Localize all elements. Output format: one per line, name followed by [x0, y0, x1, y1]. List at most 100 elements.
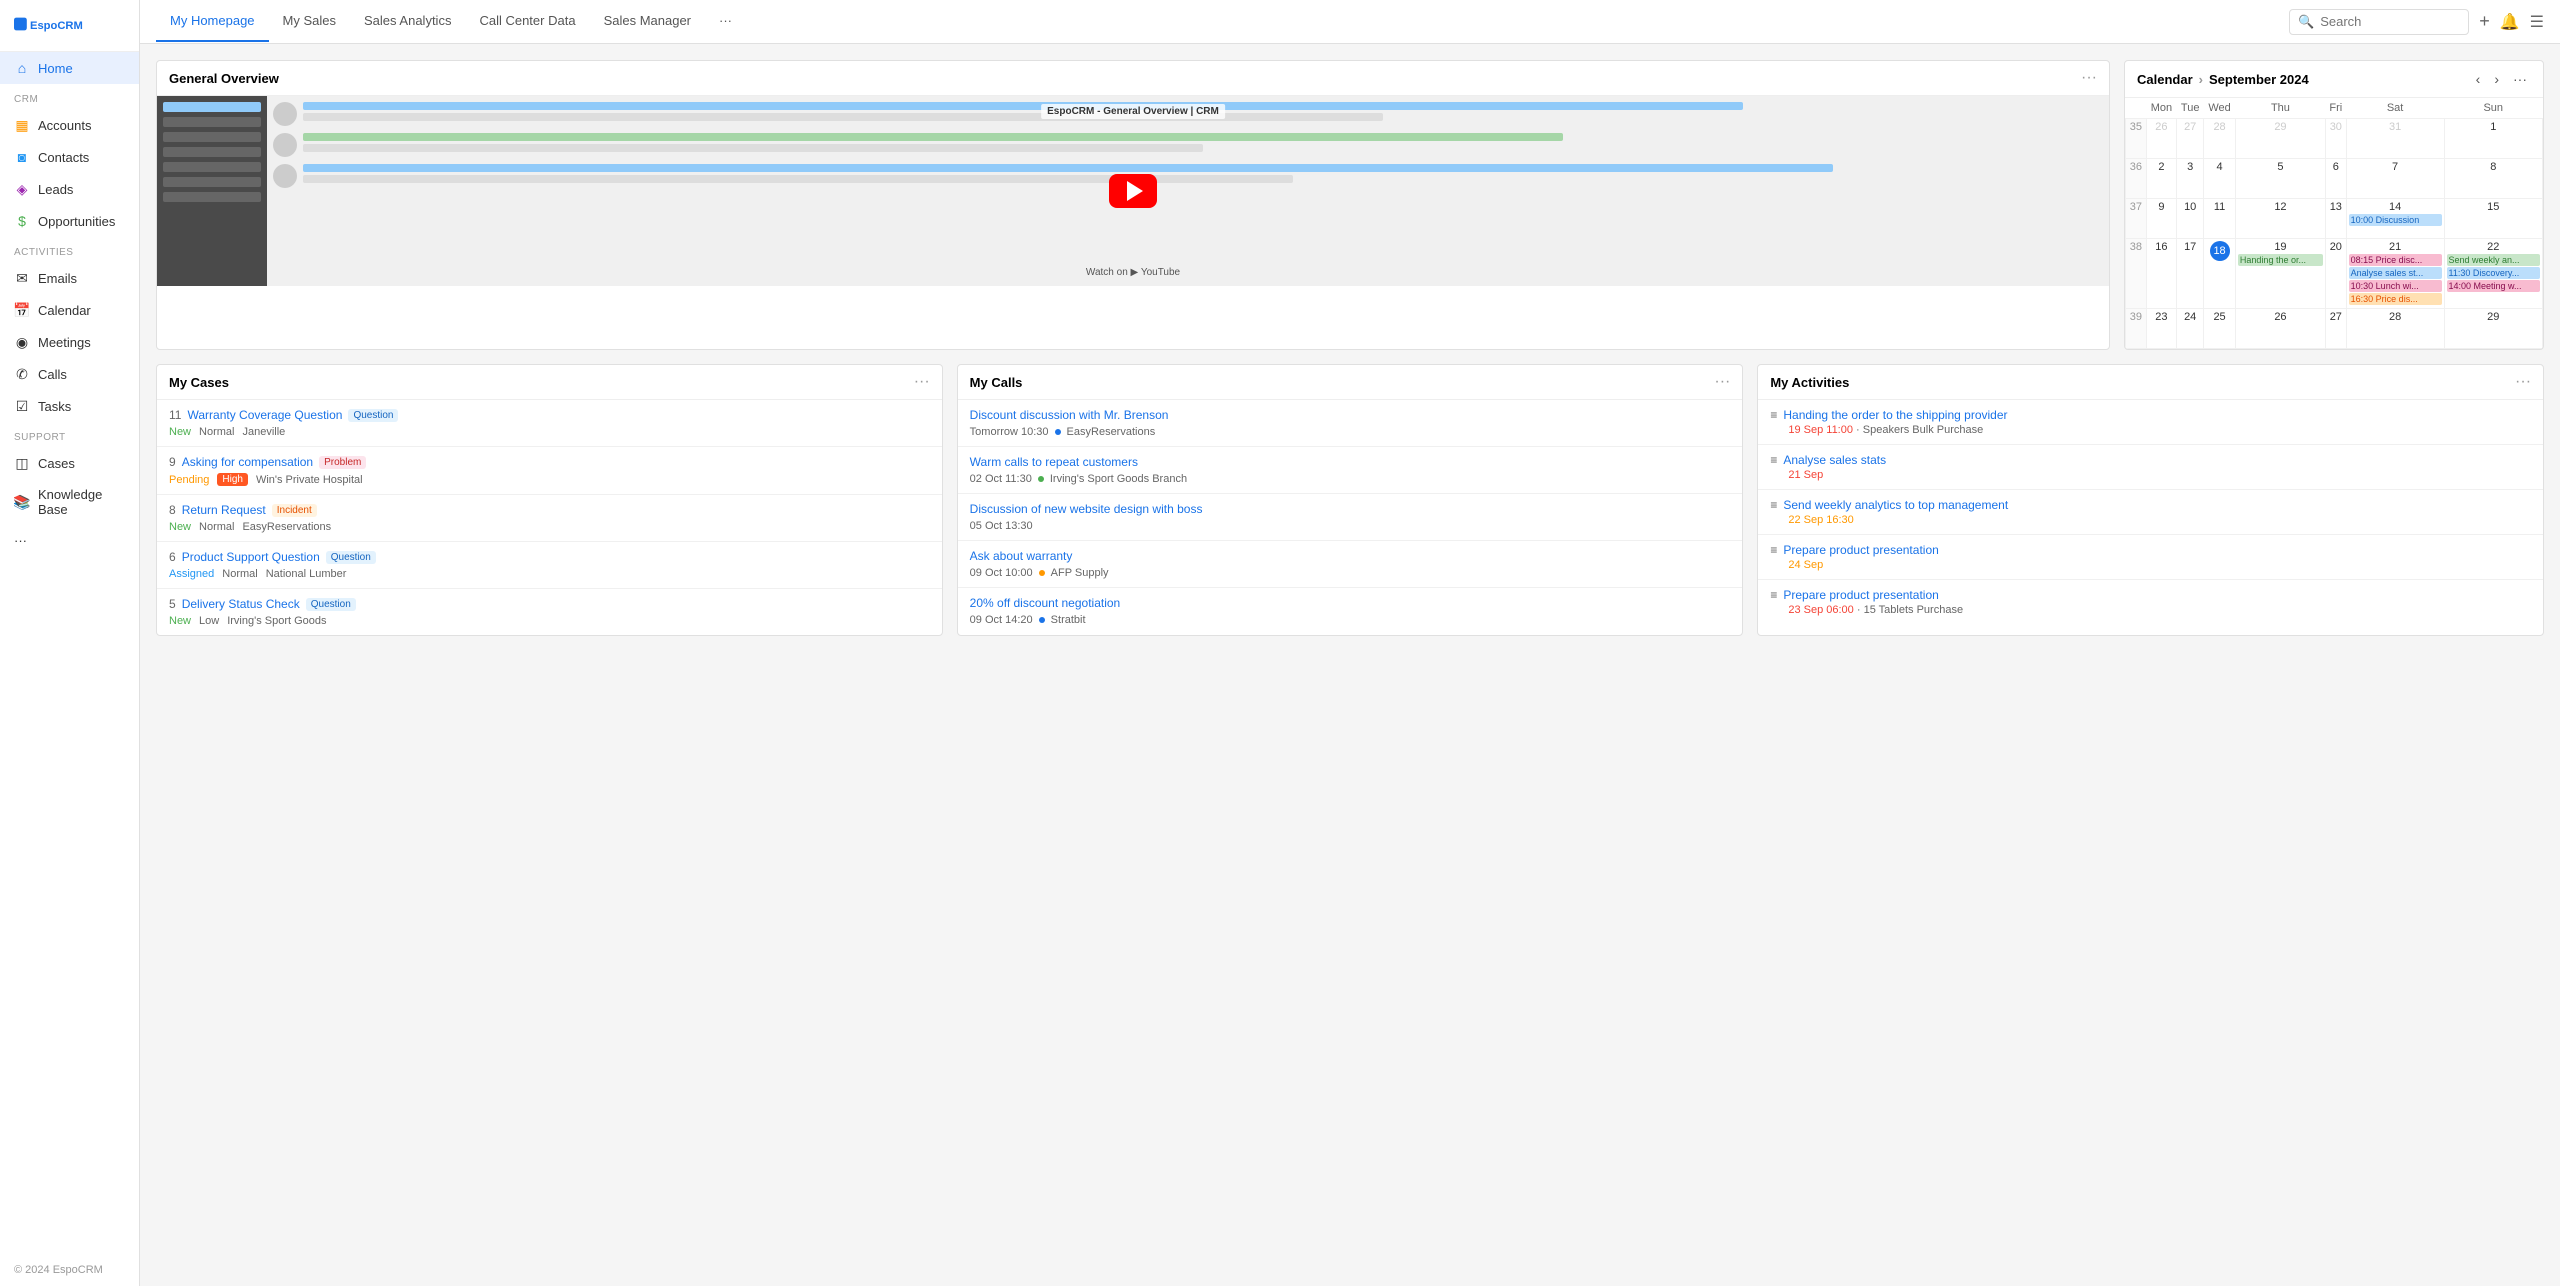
tab-more[interactable]: ··· [705, 1, 746, 42]
cal-day-13[interactable]: 13 [2325, 199, 2346, 239]
cal-day-26-aug[interactable]: 26 [2146, 119, 2176, 159]
cal-event-handing[interactable]: Handing the or... [2238, 254, 2323, 266]
calendar-next-button[interactable]: › [2490, 69, 2503, 89]
activities-panel-body: Handing the order to the shipping provid… [1758, 400, 2543, 624]
cal-day-3[interactable]: 3 [2177, 159, 2204, 199]
tab-my-sales[interactable]: My Sales [269, 1, 350, 42]
sidebar-item-calls[interactable]: Calls [0, 358, 139, 390]
cases-more-button[interactable]: ··· [914, 373, 930, 391]
calendar-week-37: 37 9 10 11 12 13 14 10:00 Discussion [2126, 199, 2543, 239]
sidebar-item-calendar[interactable]: 📅 Calendar [0, 294, 139, 326]
cal-day-10[interactable]: 10 [2177, 199, 2204, 239]
case-9-title[interactable]: Asking for compensation [182, 455, 313, 469]
cal-day-21[interactable]: 21 08:15 Price disc... Analyse sales st.… [2346, 239, 2444, 309]
activity-2-icon [1770, 498, 1777, 512]
case-11-title[interactable]: Warranty Coverage Question [187, 408, 342, 422]
cal-day-20[interactable]: 20 [2325, 239, 2346, 309]
cal-day-2[interactable]: 2 [2146, 159, 2176, 199]
activity-0-title[interactable]: Handing the order to the shipping provid… [1783, 408, 2007, 422]
tab-my-homepage[interactable]: My Homepage [156, 1, 269, 42]
app-logo: EspoCRM [0, 0, 139, 52]
call-3-title[interactable]: Ask about warranty [970, 549, 1731, 563]
cal-day-9[interactable]: 9 [2146, 199, 2176, 239]
cal-event-price-disc[interactable]: 08:15 Price disc... [2349, 254, 2442, 266]
cal-event-discussion[interactable]: 10:00 Discussion [2349, 214, 2442, 226]
play-button[interactable] [1109, 174, 1157, 208]
search-input[interactable] [2320, 14, 2460, 29]
cal-event-discovery[interactable]: 11:30 Discovery... [2447, 267, 2541, 279]
cal-day-6[interactable]: 6 [2325, 159, 2346, 199]
cal-day-28-aug[interactable]: 28 [2204, 119, 2236, 159]
sidebar-item-more[interactable]: ··· [0, 525, 139, 556]
calendar-more-button[interactable]: ··· [2509, 69, 2531, 89]
sidebar-item-knowledge-base[interactable]: 📚 Knowledge Base [0, 479, 139, 525]
sidebar-item-home[interactable]: Home [0, 52, 139, 84]
cal-day-15[interactable]: 15 [2444, 199, 2543, 239]
cal-day-30-aug[interactable]: 30 [2325, 119, 2346, 159]
cal-day-23[interactable]: 23 [2146, 309, 2176, 349]
case-5-status: New [169, 615, 191, 627]
tab-sales-manager[interactable]: Sales Manager [590, 1, 705, 42]
cal-day-8[interactable]: 8 [2444, 159, 2543, 199]
cal-sat-header: Sat [2346, 98, 2444, 119]
sidebar-item-cases[interactable]: Cases [0, 447, 139, 479]
sidebar-item-leads[interactable]: Leads [0, 173, 139, 205]
cal-day-22[interactable]: 22 Send weekly an... 11:30 Discovery... … [2444, 239, 2543, 309]
sidebar-item-accounts[interactable]: Accounts [0, 109, 139, 141]
calls-more-button[interactable]: ··· [1714, 373, 1730, 391]
sidebar-item-emails[interactable]: Emails [0, 262, 139, 294]
cal-day-18[interactable]: 18 [2204, 239, 2236, 309]
cal-day-11[interactable]: 11 [2204, 199, 2236, 239]
activity-3-title[interactable]: Prepare product presentation [1783, 543, 1938, 557]
cal-day-24[interactable]: 24 [2177, 309, 2204, 349]
sidebar-item-opportunities[interactable]: Opportunities [0, 205, 139, 237]
cal-day-25[interactable]: 25 [2204, 309, 2236, 349]
cal-day-4[interactable]: 4 [2204, 159, 2236, 199]
cal-event-meeting[interactable]: 14:00 Meeting w... [2447, 280, 2541, 292]
search-box[interactable]: 🔍 [2289, 9, 2469, 35]
case-6-title[interactable]: Product Support Question [182, 550, 320, 564]
notifications-button[interactable]: 🔔 [2500, 12, 2520, 32]
cal-event-price-disc2[interactable]: 16:30 Price dis... [2349, 293, 2442, 305]
cal-event-send-weekly[interactable]: Send weekly an... [2447, 254, 2541, 266]
call-0-title[interactable]: Discount discussion with Mr. Brenson [970, 408, 1731, 422]
case-5-title[interactable]: Delivery Status Check [182, 597, 300, 611]
cal-day-7[interactable]: 7 [2346, 159, 2444, 199]
settings-button[interactable]: ☰ [2530, 12, 2544, 32]
cal-day-29-aug[interactable]: 29 [2235, 119, 2325, 159]
cal-day-27[interactable]: 27 [2325, 309, 2346, 349]
call-3-meta: 09 Oct 10:00 AFP Supply [970, 567, 1731, 579]
activity-1-title[interactable]: Analyse sales stats [1783, 453, 1886, 467]
cal-day-14[interactable]: 14 10:00 Discussion [2346, 199, 2444, 239]
cal-day-28[interactable]: 28 [2346, 309, 2444, 349]
cal-day-1-sep[interactable]: 1 [2444, 119, 2543, 159]
cal-day-26[interactable]: 26 [2235, 309, 2325, 349]
video-thumbnail[interactable]: EspoCRM - General Overview | CRM Watch o… [157, 96, 2109, 286]
cal-day-12[interactable]: 12 [2235, 199, 2325, 239]
cal-day-17[interactable]: 17 [2177, 239, 2204, 309]
tab-call-center-data[interactable]: Call Center Data [465, 1, 589, 42]
cal-day-5[interactable]: 5 [2235, 159, 2325, 199]
activity-2-title[interactable]: Send weekly analytics to top management [1783, 498, 2008, 512]
cal-day-31-aug[interactable]: 31 [2346, 119, 2444, 159]
cal-day-27-aug[interactable]: 27 [2177, 119, 2204, 159]
case-8-title[interactable]: Return Request [182, 503, 266, 517]
cal-event-lunch[interactable]: 10:30 Lunch wi... [2349, 280, 2442, 292]
call-4-title[interactable]: 20% off discount negotiation [970, 596, 1731, 610]
cal-event-analyse[interactable]: Analyse sales st... [2349, 267, 2442, 279]
sidebar-item-meetings[interactable]: Meetings [0, 326, 139, 358]
activity-4-title[interactable]: Prepare product presentation [1783, 588, 1938, 602]
call-1-title[interactable]: Warm calls to repeat customers [970, 455, 1731, 469]
calendar-prev-button[interactable]: ‹ [2472, 69, 2485, 89]
sidebar-item-tasks[interactable]: Tasks [0, 390, 139, 422]
overview-more-button[interactable]: ··· [2081, 69, 2097, 87]
add-button[interactable]: + [2479, 11, 2490, 32]
cal-day-29[interactable]: 29 [2444, 309, 2543, 349]
call-2-title[interactable]: Discussion of new website design with bo… [970, 502, 1731, 516]
sidebar-item-contacts[interactable]: Contacts [0, 141, 139, 173]
activities-more-button[interactable]: ··· [2515, 373, 2531, 391]
cal-day-16[interactable]: 16 [2146, 239, 2176, 309]
case-9-status: Pending [169, 474, 209, 486]
tab-sales-analytics[interactable]: Sales Analytics [350, 1, 465, 42]
cal-day-19[interactable]: 19 Handing the or... [2235, 239, 2325, 309]
